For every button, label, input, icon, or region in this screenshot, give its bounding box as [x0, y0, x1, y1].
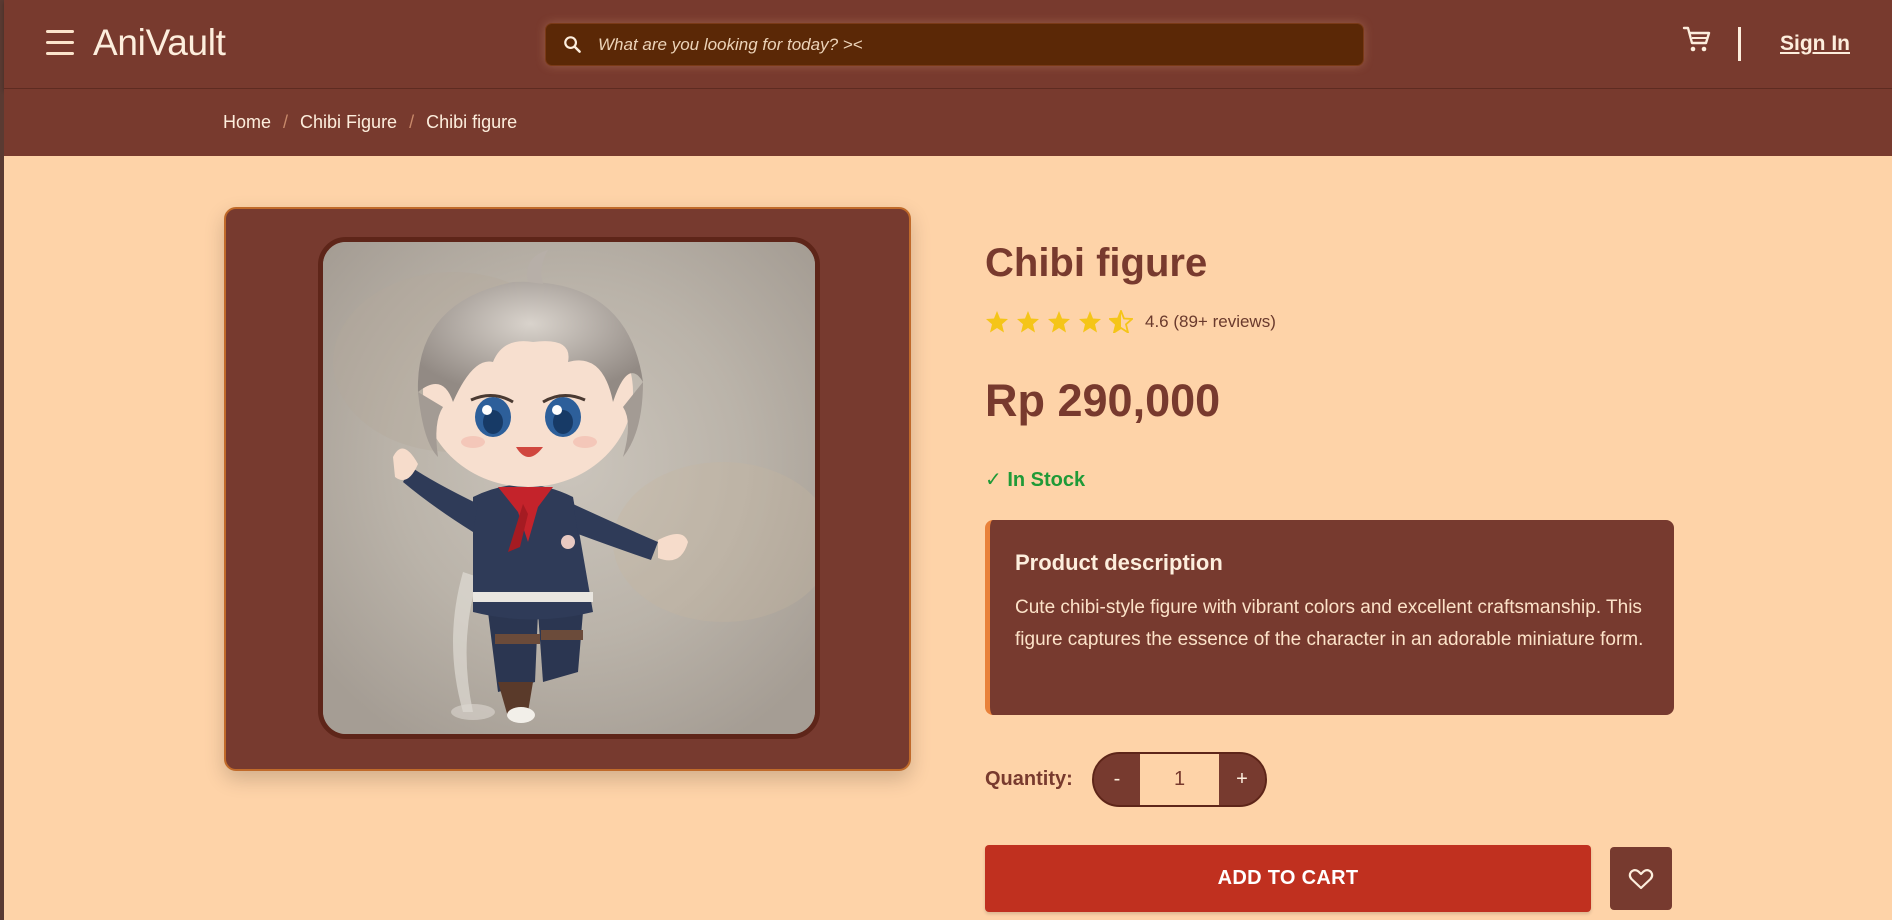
cart-icon[interactable] [1682, 24, 1712, 54]
chibi-figure-illustration [323, 242, 815, 734]
search-input[interactable] [598, 24, 1363, 65]
description-title: Product description [1015, 550, 1223, 575]
quantity-stepper: - + [1092, 752, 1267, 807]
top-header: AniVault Sign In [4, 0, 1892, 89]
breadcrumb-category[interactable]: Chibi Figure [300, 112, 397, 133]
description-text: Cute chibi-style figure with vibrant col… [1015, 597, 1644, 650]
breadcrumb-bar: Home / Chibi Figure / Chibi figure [4, 89, 1892, 156]
product-image[interactable] [318, 237, 820, 739]
header-divider [1738, 27, 1741, 61]
heart-icon [1628, 868, 1654, 889]
star-icon [1079, 311, 1101, 333]
quantity-decrease-button[interactable]: - [1094, 754, 1140, 805]
product-description-box: Product description Cute chibi-style fig… [985, 520, 1674, 715]
product-title: Chibi figure [985, 241, 1208, 285]
quantity-input[interactable] [1140, 754, 1219, 805]
breadcrumb-separator: / [409, 112, 415, 132]
stock-status: ✓ In Stock [985, 469, 1086, 491]
product-rating: 4.6 (89+ reviews) [985, 310, 1276, 333]
search-icon[interactable] [546, 35, 598, 54]
rating-text: 4.6 (89+ reviews) [1145, 311, 1276, 331]
quantity-label: Quantity: [985, 768, 1073, 790]
search-bar [545, 23, 1364, 66]
star-icon [1048, 311, 1070, 333]
star-icon [1017, 311, 1039, 333]
breadcrumb-current[interactable]: Chibi figure [426, 112, 517, 133]
hamburger-icon[interactable] [46, 30, 76, 58]
product-image-card [224, 207, 911, 771]
product-price: Rp 290,000 [985, 375, 1221, 426]
breadcrumb-home[interactable]: Home [223, 112, 271, 133]
star-icon [986, 311, 1008, 333]
sign-in-link[interactable]: Sign In [1780, 32, 1850, 56]
breadcrumb-separator: / [283, 112, 289, 132]
breadcrumb: Home / Chibi Figure / Chibi figure [223, 112, 517, 133]
add-to-cart-button[interactable]: ADD TO CART [985, 845, 1591, 912]
wishlist-button[interactable] [1610, 847, 1672, 910]
quantity-increase-button[interactable]: + [1219, 754, 1265, 805]
site-logo[interactable]: AniVault [93, 22, 226, 64]
star-half-icon [1109, 310, 1133, 333]
